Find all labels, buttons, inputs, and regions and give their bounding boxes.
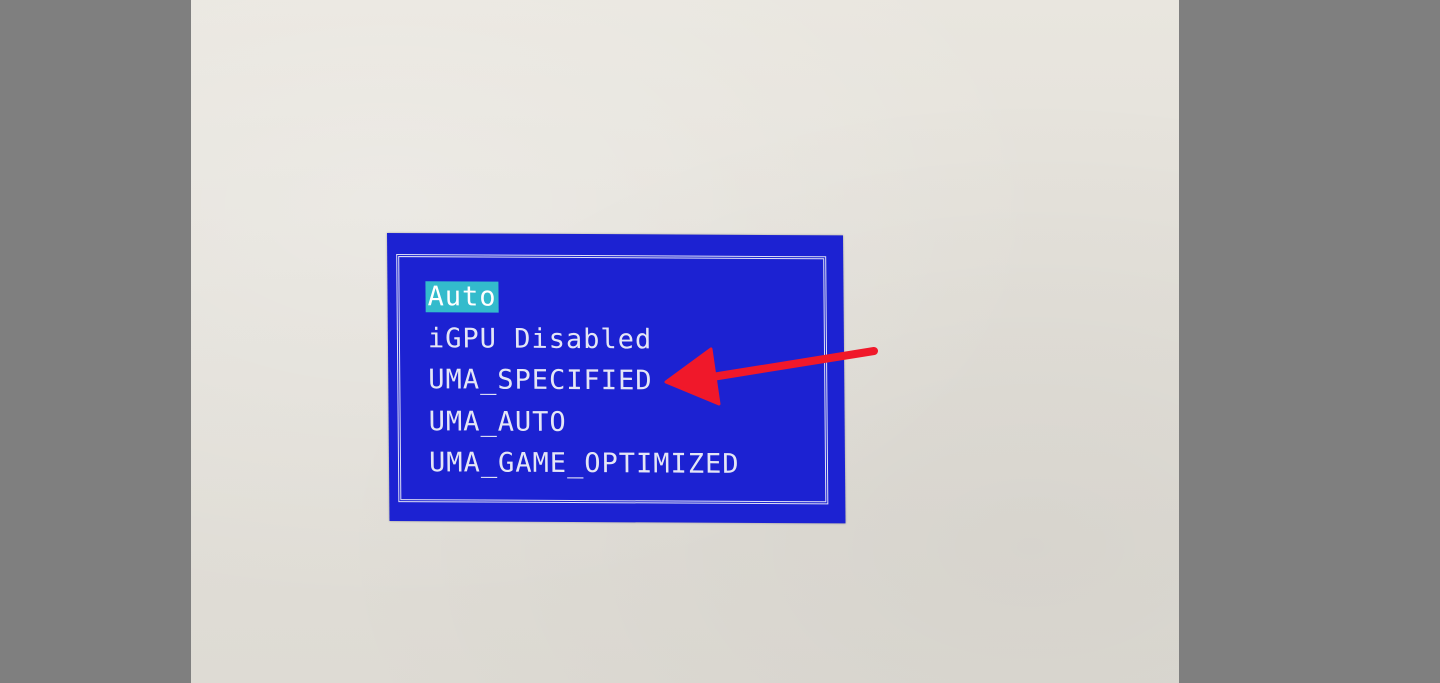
arrow-head: [664, 347, 721, 406]
arrow-shaft: [702, 347, 878, 382]
monitor-photo: Auto iGPU Disabled UMA_SPECIFIED UMA_AUT…: [191, 0, 1179, 683]
red-arrow-icon: [664, 347, 878, 406]
screenshot-frame: Auto iGPU Disabled UMA_SPECIFIED UMA_AUT…: [0, 0, 1440, 683]
